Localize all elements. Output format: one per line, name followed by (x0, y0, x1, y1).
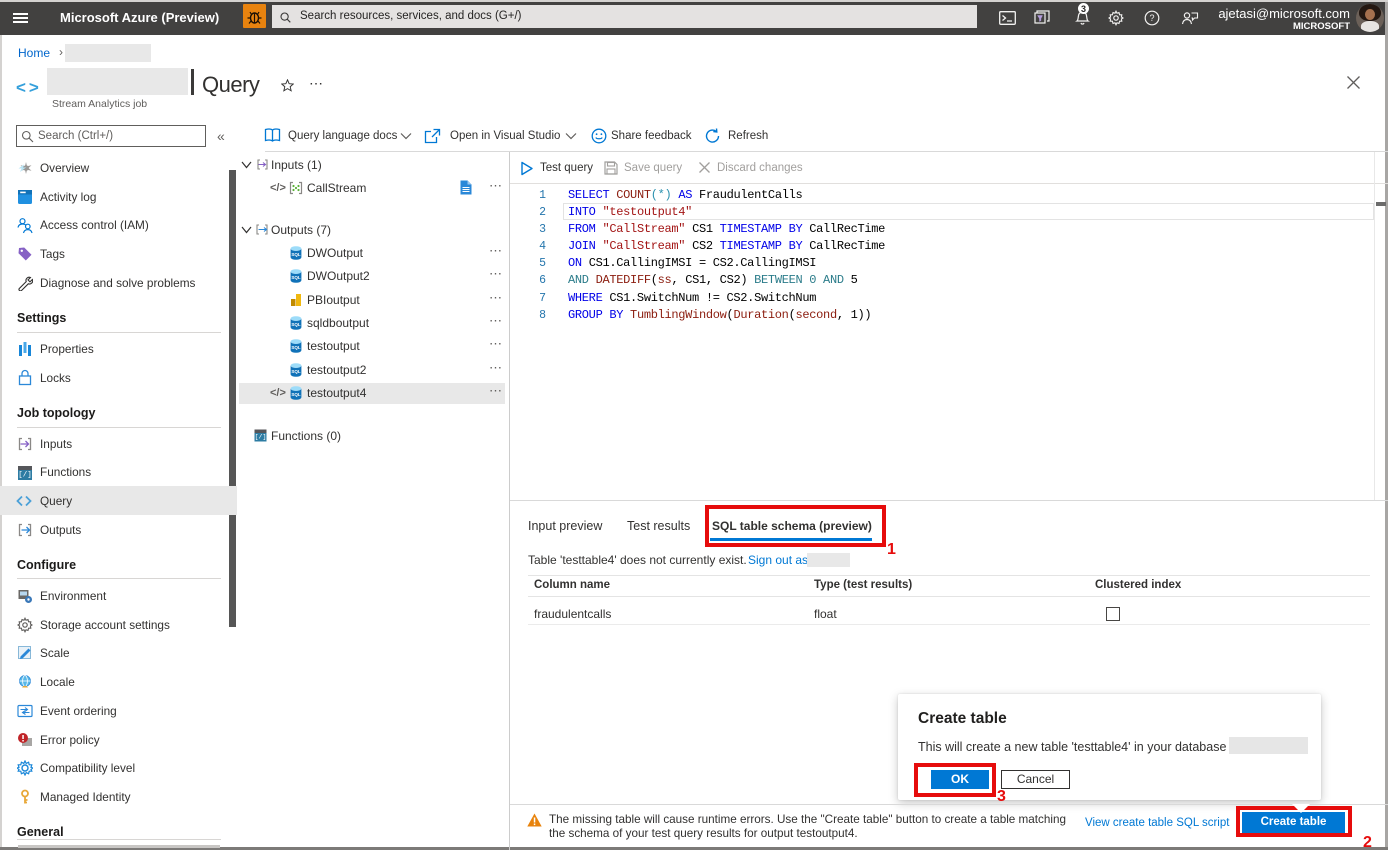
svg-text:SQL: SQL (291, 369, 301, 374)
svg-text:[/]: [/] (255, 434, 267, 441)
svg-text:[/]: [/] (18, 472, 32, 480)
svg-text:SQL: SQL (291, 252, 301, 257)
svg-text:SQL: SQL (291, 275, 301, 280)
svg-text:SQL: SQL (291, 392, 301, 397)
svg-text:?: ? (1149, 13, 1154, 23)
svg-text:SQL: SQL (291, 322, 301, 327)
svg-text:SQL: SQL (291, 345, 301, 350)
